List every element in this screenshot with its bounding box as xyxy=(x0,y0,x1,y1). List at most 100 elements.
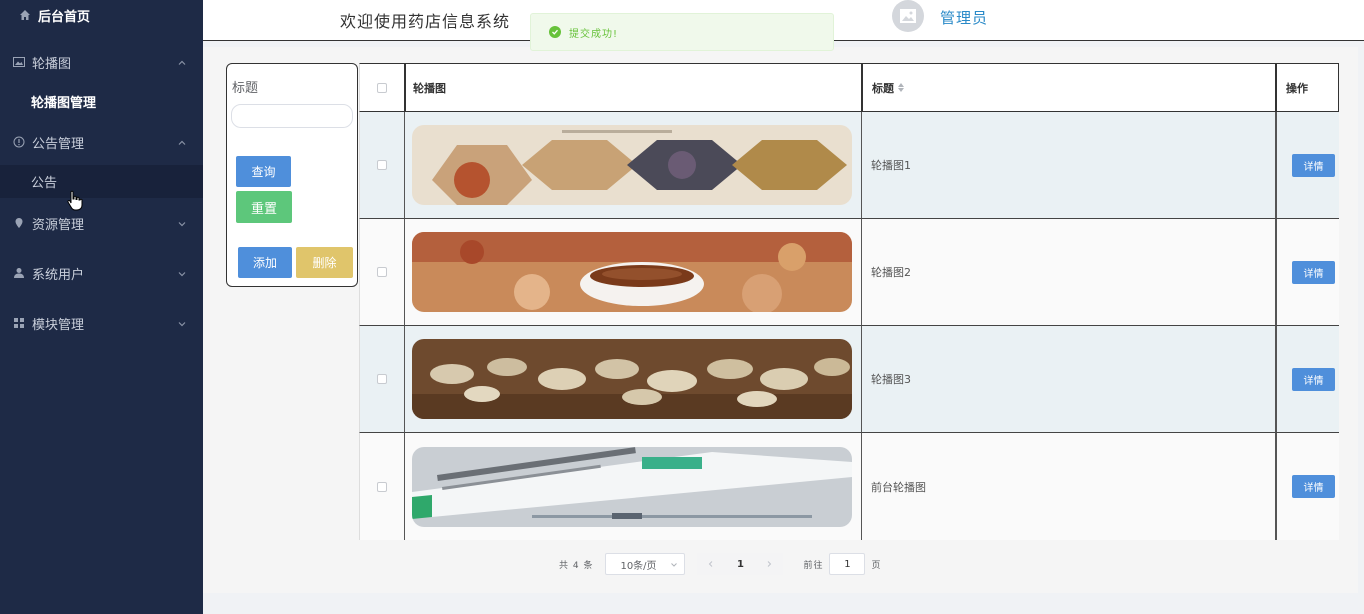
row-title: 轮播图2 xyxy=(871,266,911,279)
sidebar-item-carousel[interactable]: 轮播图 xyxy=(0,37,203,87)
column-header-label: 标题 xyxy=(872,81,894,95)
chevron-up-icon xyxy=(177,57,187,67)
table-header: 轮播图 标题 操作 xyxy=(359,63,1339,112)
sidebar-subitem-label: 公告 xyxy=(31,176,58,191)
user-icon xyxy=(12,266,26,280)
detail-button[interactable]: 详情 xyxy=(1292,475,1335,498)
page-welcome-title: 欢迎使用药店信息系统 xyxy=(340,12,511,31)
sidebar-item-notice[interactable]: 公告管理 xyxy=(0,117,203,167)
column-header-image: 轮播图 xyxy=(404,63,861,112)
sidebar-item-modules[interactable]: 模块管理 xyxy=(0,298,203,348)
sidebar-item-resources[interactable]: 资源管理 xyxy=(0,198,203,248)
check-circle-icon xyxy=(549,26,561,38)
row-title-cell: 轮播图1 xyxy=(861,112,1275,219)
table-row: 前台轮播图 详情 xyxy=(359,433,1339,540)
chevron-down-icon xyxy=(670,561,678,569)
row-action-cell: 详情 xyxy=(1275,219,1339,326)
chevron-right-icon xyxy=(768,561,772,567)
goto-label: 前往 xyxy=(803,560,824,571)
row-checkbox-cell xyxy=(359,219,404,326)
sidebar-subitem-label: 轮播图管理 xyxy=(31,95,97,111)
row-checkbox[interactable] xyxy=(377,267,387,277)
sliced-roots-banner-image xyxy=(412,339,852,419)
herbal-tea-bowl-banner-image xyxy=(412,232,852,312)
next-page-button[interactable] xyxy=(755,553,784,575)
row-title-cell: 轮播图3 xyxy=(861,326,1275,433)
sort-icon[interactable] xyxy=(898,83,904,92)
pagination-total: 共 4 条 xyxy=(559,560,594,571)
chevron-down-icon xyxy=(177,218,187,228)
row-action-cell: 详情 xyxy=(1275,112,1339,219)
row-checkbox-cell xyxy=(359,112,404,219)
avatar[interactable] xyxy=(892,0,924,32)
sidebar-item-label: 模块管理 xyxy=(32,317,85,333)
picture-icon xyxy=(900,9,916,23)
sidebar-item-label: 资源管理 xyxy=(32,217,85,233)
column-header-label: 操作 xyxy=(1286,81,1308,95)
home-icon xyxy=(18,8,32,22)
column-header-title[interactable]: 标题 xyxy=(861,63,1275,112)
title-filter-input[interactable] xyxy=(231,104,353,128)
chevron-left-icon xyxy=(709,561,713,567)
column-header-actions: 操作 xyxy=(1275,63,1339,112)
filter-panel: 标题 查询 重置 添加 删除 xyxy=(226,63,358,287)
row-title: 前台轮播图 xyxy=(871,480,926,494)
sidebar-item-home[interactable]: 后台首页 xyxy=(0,0,203,30)
page-size-value: 10条/页 xyxy=(620,560,657,572)
query-button[interactable]: 查询 xyxy=(236,156,291,187)
herbs-hexagon-banner-image xyxy=(412,125,852,205)
grid-icon xyxy=(12,316,26,330)
sidebar-item-label: 系统用户 xyxy=(32,267,85,283)
page-size-select[interactable]: 10条/页 xyxy=(605,553,686,575)
row-image-cell xyxy=(404,326,861,433)
chevron-down-icon xyxy=(177,268,187,278)
row-image-cell xyxy=(404,112,861,219)
carousel-table: 轮播图 标题 操作 轮播图1 详情 轮播图2 详情 轮播图3 详情 前台轮播图 … xyxy=(359,63,1339,540)
title-filter-label: 标题 xyxy=(232,81,259,96)
detail-button[interactable]: 详情 xyxy=(1292,153,1335,177)
table-row: 轮播图3 详情 xyxy=(359,326,1339,433)
row-checkbox[interactable] xyxy=(377,160,387,170)
sidebar-item-label: 轮播图 xyxy=(32,56,72,72)
chevron-up-icon xyxy=(177,137,187,147)
prev-page-button[interactable] xyxy=(697,553,726,575)
success-toast: 提交成功! xyxy=(530,13,834,51)
location-pin-icon xyxy=(12,216,26,230)
detail-button[interactable]: 详情 xyxy=(1292,367,1335,391)
row-checkbox-cell xyxy=(359,433,404,540)
row-title-cell: 前台轮播图 xyxy=(861,433,1275,540)
sidebar: 后台首页 轮播图 轮播图管理 公告管理 公告 资源管理 系统用户 模块管理 xyxy=(0,0,203,614)
table-row: 轮播图1 详情 xyxy=(359,112,1339,219)
vaccine-box-banner-image xyxy=(412,446,852,527)
delete-button[interactable]: 删除 xyxy=(296,247,353,278)
row-checkbox[interactable] xyxy=(377,481,387,492)
row-action-cell: 详情 xyxy=(1275,326,1339,433)
chevron-down-icon xyxy=(177,318,187,328)
page-number-current[interactable]: 1 xyxy=(725,553,756,575)
sidebar-item-users[interactable]: 系统用户 xyxy=(0,248,203,298)
user-name[interactable]: 管理员 xyxy=(940,7,988,28)
row-title: 轮播图1 xyxy=(871,159,911,172)
info-circle-icon xyxy=(12,135,26,149)
goto-unit-label: 页 xyxy=(871,560,881,571)
reset-button[interactable]: 重置 xyxy=(236,191,292,223)
hand-cursor-icon xyxy=(66,190,84,212)
goto-page-input[interactable]: 1 xyxy=(829,553,866,575)
sidebar-item-label: 公告管理 xyxy=(32,136,85,152)
add-button[interactable]: 添加 xyxy=(238,247,292,278)
row-checkbox[interactable] xyxy=(377,374,387,384)
select-all-checkbox[interactable] xyxy=(377,82,387,93)
table-row: 轮播图2 详情 xyxy=(359,219,1339,326)
toast-message: 提交成功! xyxy=(569,28,619,40)
sidebar-subitem-notice[interactable]: 公告 xyxy=(0,165,203,198)
row-checkbox-cell xyxy=(359,326,404,433)
row-title-cell: 轮播图2 xyxy=(861,219,1275,326)
image-icon xyxy=(12,55,26,69)
column-header-label: 轮播图 xyxy=(413,81,446,95)
sidebar-subitem-carousel-manage[interactable]: 轮播图管理 xyxy=(0,81,203,121)
header-checkbox-cell xyxy=(359,63,404,112)
sidebar-home-label: 后台首页 xyxy=(38,9,91,25)
detail-button[interactable]: 详情 xyxy=(1292,260,1335,284)
row-image-cell xyxy=(404,219,861,326)
row-title: 轮播图3 xyxy=(871,373,911,386)
